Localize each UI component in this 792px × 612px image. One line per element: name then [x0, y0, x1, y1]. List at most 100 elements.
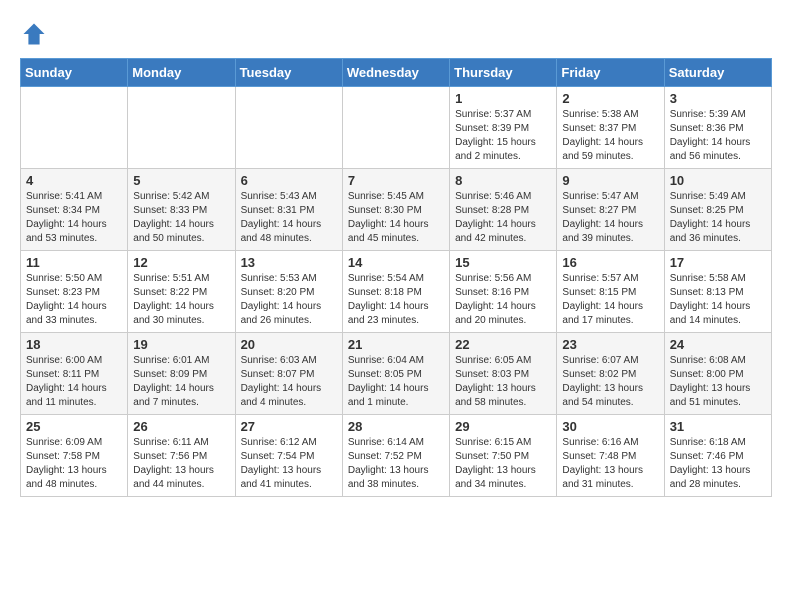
day-number: 16 [562, 255, 658, 270]
day-number: 26 [133, 419, 229, 434]
calendar-cell: 25 Sunrise: 6:09 AM Sunset: 7:58 PM Dayli… [21, 415, 128, 497]
day-number: 13 [241, 255, 337, 270]
calendar-cell: 16 Sunrise: 5:57 AM Sunset: 8:15 PM Dayli… [557, 251, 664, 333]
day-number: 3 [670, 91, 766, 106]
day-info: Sunrise: 6:01 AM Sunset: 8:09 PM Dayligh… [133, 354, 229, 410]
day-number: 5 [133, 173, 229, 188]
week-row: 18 Sunrise: 6:00 AM Sunset: 8:11 PM Dayli… [21, 333, 772, 415]
header-saturday: Saturday [664, 59, 771, 87]
day-info: Sunrise: 6:14 AM Sunset: 7:52 PM Dayligh… [348, 436, 444, 492]
day-number: 17 [670, 255, 766, 270]
day-number: 25 [26, 419, 122, 434]
day-info: Sunrise: 6:15 AM Sunset: 7:50 PM Dayligh… [455, 436, 551, 492]
logo-icon [20, 20, 48, 48]
day-info: Sunrise: 6:04 AM Sunset: 8:05 PM Dayligh… [348, 354, 444, 410]
day-number: 29 [455, 419, 551, 434]
day-info: Sunrise: 5:58 AM Sunset: 8:13 PM Dayligh… [670, 272, 766, 328]
header-row: SundayMondayTuesdayWednesdayThursdayFrid… [21, 59, 772, 87]
calendar-cell: 2Sunrise: 5:38 AM Sunset: 8:37 PM Daylig… [557, 87, 664, 169]
day-info: Sunrise: 5:53 AM Sunset: 8:20 PM Dayligh… [241, 272, 337, 328]
calendar-cell: 1Sunrise: 5:37 AM Sunset: 8:39 PM Daylig… [450, 87, 557, 169]
calendar-cell: 4 Sunrise: 5:41 AM Sunset: 8:34 PM Daylig… [21, 169, 128, 251]
day-info: Sunrise: 6:08 AM Sunset: 8:00 PM Dayligh… [670, 354, 766, 410]
calendar-cell: 23 Sunrise: 6:07 AM Sunset: 8:02 PM Dayli… [557, 333, 664, 415]
day-info: Sunrise: 6:05 AM Sunset: 8:03 PM Dayligh… [455, 354, 551, 410]
calendar-cell: 20 Sunrise: 6:03 AM Sunset: 8:07 PM Dayli… [235, 333, 342, 415]
day-info: Sunrise: 6:12 AM Sunset: 7:54 PM Dayligh… [241, 436, 337, 492]
page-header [20, 20, 772, 48]
calendar-cell: 10 Sunrise: 5:49 AM Sunset: 8:25 PM Dayli… [664, 169, 771, 251]
day-info: Sunrise: 6:11 AM Sunset: 7:56 PM Dayligh… [133, 436, 229, 492]
day-info: Sunrise: 6:03 AM Sunset: 8:07 PM Dayligh… [241, 354, 337, 410]
day-number: 14 [348, 255, 444, 270]
calendar-cell: 22 Sunrise: 6:05 AM Sunset: 8:03 PM Dayli… [450, 333, 557, 415]
header-thursday: Thursday [450, 59, 557, 87]
day-number: 4 [26, 173, 122, 188]
header-monday: Monday [128, 59, 235, 87]
week-row: 1Sunrise: 5:37 AM Sunset: 8:39 PM Daylig… [21, 87, 772, 169]
day-number: 30 [562, 419, 658, 434]
day-number: 22 [455, 337, 551, 352]
week-row: 25 Sunrise: 6:09 AM Sunset: 7:58 PM Dayli… [21, 415, 772, 497]
day-number: 23 [562, 337, 658, 352]
day-info: Sunrise: 5:43 AM Sunset: 8:31 PM Dayligh… [241, 190, 337, 246]
calendar-cell: 24Sunrise: 6:08 AM Sunset: 8:00 PM Dayli… [664, 333, 771, 415]
day-number: 9 [562, 173, 658, 188]
calendar-cell: 30 Sunrise: 6:16 AM Sunset: 7:48 PM Dayli… [557, 415, 664, 497]
calendar-cell: 28 Sunrise: 6:14 AM Sunset: 7:52 PM Dayli… [342, 415, 449, 497]
day-number: 18 [26, 337, 122, 352]
calendar-cell: 8 Sunrise: 5:46 AM Sunset: 8:28 PM Daylig… [450, 169, 557, 251]
calendar-cell: 27 Sunrise: 6:12 AM Sunset: 7:54 PM Dayli… [235, 415, 342, 497]
day-info: Sunrise: 5:56 AM Sunset: 8:16 PM Dayligh… [455, 272, 551, 328]
day-info: Sunrise: 5:57 AM Sunset: 8:15 PM Dayligh… [562, 272, 658, 328]
day-number: 27 [241, 419, 337, 434]
header-friday: Friday [557, 59, 664, 87]
calendar-cell: 3 Sunrise: 5:39 AM Sunset: 8:36 PM Daylig… [664, 87, 771, 169]
calendar-cell: 5 Sunrise: 5:42 AM Sunset: 8:33 PM Daylig… [128, 169, 235, 251]
calendar-cell: 7Sunrise: 5:45 AM Sunset: 8:30 PM Daylig… [342, 169, 449, 251]
calendar-cell: 15 Sunrise: 5:56 AM Sunset: 8:16 PM Dayli… [450, 251, 557, 333]
day-number: 28 [348, 419, 444, 434]
day-number: 31 [670, 419, 766, 434]
week-row: 4 Sunrise: 5:41 AM Sunset: 8:34 PM Daylig… [21, 169, 772, 251]
calendar-cell: 29 Sunrise: 6:15 AM Sunset: 7:50 PM Dayli… [450, 415, 557, 497]
day-number: 6 [241, 173, 337, 188]
day-info: Sunrise: 5:51 AM Sunset: 8:22 PM Dayligh… [133, 272, 229, 328]
day-number: 8 [455, 173, 551, 188]
day-info: Sunrise: 5:46 AM Sunset: 8:28 PM Dayligh… [455, 190, 551, 246]
day-number: 10 [670, 173, 766, 188]
day-info: Sunrise: 5:41 AM Sunset: 8:34 PM Dayligh… [26, 190, 122, 246]
day-info: Sunrise: 5:49 AM Sunset: 8:25 PM Dayligh… [670, 190, 766, 246]
day-info: Sunrise: 5:45 AM Sunset: 8:30 PM Dayligh… [348, 190, 444, 246]
calendar-cell: 18 Sunrise: 6:00 AM Sunset: 8:11 PM Dayli… [21, 333, 128, 415]
day-info: Sunrise: 6:09 AM Sunset: 7:58 PM Dayligh… [26, 436, 122, 492]
calendar-table: SundayMondayTuesdayWednesdayThursdayFrid… [20, 58, 772, 497]
day-info: Sunrise: 5:39 AM Sunset: 8:36 PM Dayligh… [670, 108, 766, 164]
calendar-cell: 6 Sunrise: 5:43 AM Sunset: 8:31 PM Daylig… [235, 169, 342, 251]
calendar-cell: 21Sunrise: 6:04 AM Sunset: 8:05 PM Dayli… [342, 333, 449, 415]
day-number: 1 [455, 91, 551, 106]
day-info: Sunrise: 6:18 AM Sunset: 7:46 PM Dayligh… [670, 436, 766, 492]
calendar-cell: 17 Sunrise: 5:58 AM Sunset: 8:13 PM Dayli… [664, 251, 771, 333]
day-number: 2 [562, 91, 658, 106]
calendar-cell: 31 Sunrise: 6:18 AM Sunset: 7:46 PM Dayli… [664, 415, 771, 497]
header-sunday: Sunday [21, 59, 128, 87]
calendar-cell: 12 Sunrise: 5:51 AM Sunset: 8:22 PM Dayli… [128, 251, 235, 333]
calendar-cell [235, 87, 342, 169]
calendar-cell: 9Sunrise: 5:47 AM Sunset: 8:27 PM Daylig… [557, 169, 664, 251]
calendar-cell: 26 Sunrise: 6:11 AM Sunset: 7:56 PM Dayli… [128, 415, 235, 497]
day-number: 12 [133, 255, 229, 270]
day-info: Sunrise: 6:16 AM Sunset: 7:48 PM Dayligh… [562, 436, 658, 492]
day-info: Sunrise: 5:54 AM Sunset: 8:18 PM Dayligh… [348, 272, 444, 328]
calendar-cell: 13 Sunrise: 5:53 AM Sunset: 8:20 PM Dayli… [235, 251, 342, 333]
day-info: Sunrise: 6:07 AM Sunset: 8:02 PM Dayligh… [562, 354, 658, 410]
calendar-cell: 19Sunrise: 6:01 AM Sunset: 8:09 PM Dayli… [128, 333, 235, 415]
calendar-cell [128, 87, 235, 169]
day-info: Sunrise: 6:00 AM Sunset: 8:11 PM Dayligh… [26, 354, 122, 410]
day-info: Sunrise: 5:42 AM Sunset: 8:33 PM Dayligh… [133, 190, 229, 246]
day-number: 11 [26, 255, 122, 270]
logo [20, 20, 52, 48]
calendar-cell [21, 87, 128, 169]
day-number: 20 [241, 337, 337, 352]
day-number: 15 [455, 255, 551, 270]
